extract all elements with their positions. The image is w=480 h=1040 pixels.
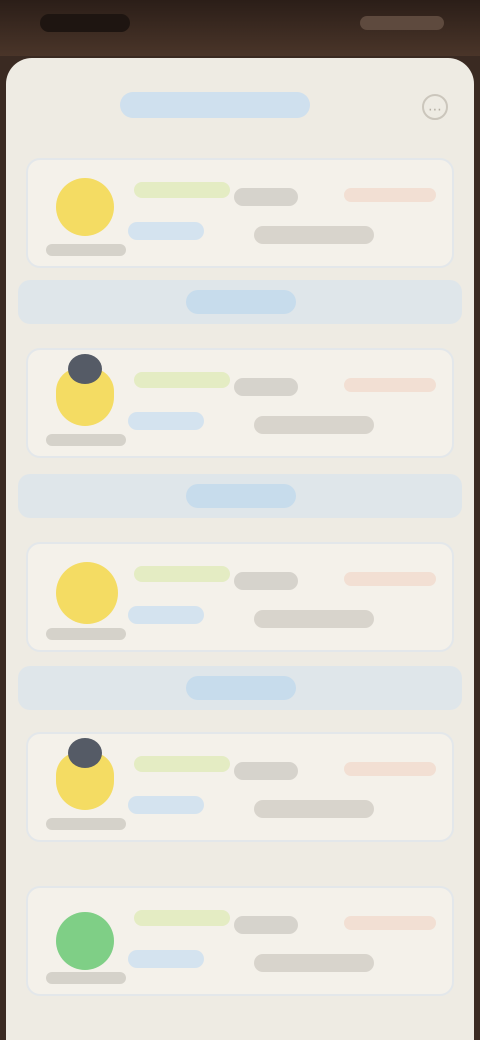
pet-card[interactable] — [26, 732, 454, 842]
pet-head-icon — [68, 354, 102, 384]
status-bar — [0, 0, 480, 56]
pet-price — [344, 188, 436, 202]
pet-name — [134, 910, 230, 926]
pet-head-icon — [68, 738, 102, 768]
pet-desc — [254, 800, 374, 818]
ellipsis-icon[interactable]: ⋯ — [422, 94, 448, 120]
pet-tag[interactable] — [128, 796, 204, 814]
pet-card[interactable] — [26, 886, 454, 996]
section-divider-label[interactable] — [186, 290, 296, 314]
pet-value — [234, 572, 298, 590]
pet-desc — [254, 416, 374, 434]
avatar-shadow — [46, 818, 126, 830]
section-divider-label[interactable] — [186, 484, 296, 508]
pet-tag[interactable] — [128, 222, 204, 240]
avatar-shadow — [46, 244, 126, 256]
app-screen: ⋯ — [6, 58, 474, 1040]
pet-avatar — [56, 912, 114, 970]
page-title — [120, 92, 310, 118]
avatar-shadow — [46, 434, 126, 446]
pet-value — [234, 916, 298, 934]
section-divider — [18, 666, 462, 710]
pet-tag[interactable] — [128, 606, 204, 624]
pet-card[interactable] — [26, 158, 454, 268]
avatar-shadow — [46, 628, 126, 640]
section-divider — [18, 280, 462, 324]
pet-name — [134, 566, 230, 582]
status-icons — [360, 16, 444, 30]
avatar-shadow — [46, 972, 126, 984]
pet-price — [344, 378, 436, 392]
pet-card[interactable] — [26, 542, 454, 652]
header: ⋯ — [6, 58, 474, 158]
pet-name — [134, 372, 230, 388]
pet-desc — [254, 954, 374, 972]
pet-card[interactable] — [26, 348, 454, 458]
pet-tag[interactable] — [128, 412, 204, 430]
section-divider — [18, 474, 462, 518]
pet-price — [344, 916, 436, 930]
pet-price — [344, 572, 436, 586]
status-time — [40, 14, 130, 32]
pet-price — [344, 762, 436, 776]
pet-name — [134, 756, 230, 772]
section-divider-label[interactable] — [186, 676, 296, 700]
pet-avatar — [56, 562, 118, 624]
pet-desc — [254, 226, 374, 244]
pet-value — [234, 188, 298, 206]
pet-value — [234, 378, 298, 396]
pet-name — [134, 182, 230, 198]
pet-avatar — [56, 178, 114, 236]
pet-desc — [254, 610, 374, 628]
pet-tag[interactable] — [128, 950, 204, 968]
pet-value — [234, 762, 298, 780]
